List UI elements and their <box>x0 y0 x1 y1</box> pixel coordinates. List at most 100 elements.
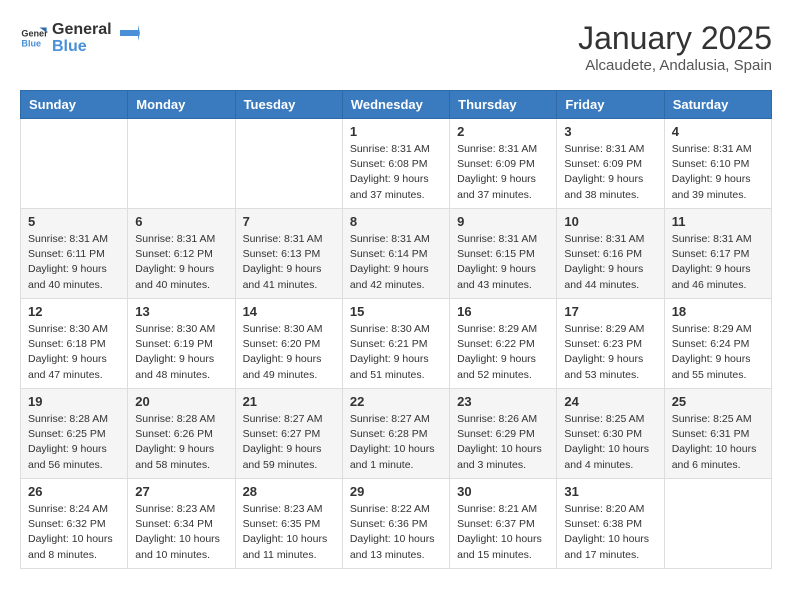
day-info: Sunrise: 8:23 AM Sunset: 6:35 PM Dayligh… <box>243 502 335 563</box>
calendar-cell: 22 Sunrise: 8:27 AM Sunset: 6:28 PM Dayli… <box>342 389 449 479</box>
day-info: Sunrise: 8:25 AM Sunset: 6:31 PM Dayligh… <box>672 412 764 473</box>
day-number: 25 <box>672 394 764 409</box>
day-info: Sunrise: 8:26 AM Sunset: 6:29 PM Dayligh… <box>457 412 549 473</box>
logo: General Blue General Blue <box>20 20 140 56</box>
day-info: Sunrise: 8:31 AM Sunset: 6:10 PM Dayligh… <box>672 142 764 203</box>
day-info: Sunrise: 8:30 AM Sunset: 6:19 PM Dayligh… <box>135 322 227 383</box>
day-number: 10 <box>564 214 656 229</box>
day-info: Sunrise: 8:24 AM Sunset: 6:32 PM Dayligh… <box>28 502 120 563</box>
calendar-cell: 10Sunrise: 8:31 AM Sunset: 6:16 PM Dayli… <box>557 209 664 299</box>
day-number: 21 <box>243 394 335 409</box>
calendar-cell: 4 Sunrise: 8:31 AM Sunset: 6:10 PM Daylig… <box>664 119 771 209</box>
day-number: 24 <box>564 394 656 409</box>
header-row: SundayMondayTuesdayWednesdayThursdayFrid… <box>21 91 772 119</box>
day-number: 1 <box>350 124 442 139</box>
day-info: Sunrise: 8:22 AM Sunset: 6:36 PM Dayligh… <box>350 502 442 563</box>
calendar-cell: 2 Sunrise: 8:31 AM Sunset: 6:09 PM Daylig… <box>450 119 557 209</box>
header-cell-wednesday: Wednesday <box>342 91 449 119</box>
calendar-cell: 18Sunrise: 8:29 AM Sunset: 6:24 PM Dayli… <box>664 299 771 389</box>
logo-icon: General Blue <box>20 24 48 52</box>
calendar-cell: 6 Sunrise: 8:31 AM Sunset: 6:12 PM Daylig… <box>128 209 235 299</box>
calendar-cell: 24 Sunrise: 8:25 AM Sunset: 6:30 PM Dayli… <box>557 389 664 479</box>
calendar-cell <box>664 479 771 569</box>
day-number: 8 <box>350 214 442 229</box>
day-info: Sunrise: 8:23 AM Sunset: 6:34 PM Dayligh… <box>135 502 227 563</box>
calendar-cell: 19 Sunrise: 8:28 AM Sunset: 6:25 PM Dayli… <box>21 389 128 479</box>
calendar-cell: 27Sunrise: 8:23 AM Sunset: 6:34 PM Dayli… <box>128 479 235 569</box>
day-number: 3 <box>564 124 656 139</box>
calendar-body: 1 Sunrise: 8:31 AM Sunset: 6:08 PM Daylig… <box>21 119 772 569</box>
day-number: 19 <box>28 394 120 409</box>
day-info: Sunrise: 8:31 AM Sunset: 6:11 PM Dayligh… <box>28 232 120 293</box>
header-cell-friday: Friday <box>557 91 664 119</box>
day-info: Sunrise: 8:31 AM Sunset: 6:09 PM Dayligh… <box>564 142 656 203</box>
header-cell-saturday: Saturday <box>664 91 771 119</box>
svg-text:Blue: Blue <box>21 39 41 49</box>
day-info: Sunrise: 8:27 AM Sunset: 6:27 PM Dayligh… <box>243 412 335 473</box>
header-cell-thursday: Thursday <box>450 91 557 119</box>
day-info: Sunrise: 8:31 AM Sunset: 6:08 PM Dayligh… <box>350 142 442 203</box>
day-number: 11 <box>672 214 764 229</box>
day-info: Sunrise: 8:29 AM Sunset: 6:22 PM Dayligh… <box>457 322 549 383</box>
day-number: 9 <box>457 214 549 229</box>
day-number: 22 <box>350 394 442 409</box>
day-number: 28 <box>243 484 335 499</box>
day-info: Sunrise: 8:31 AM Sunset: 6:13 PM Dayligh… <box>243 232 335 293</box>
day-number: 15 <box>350 304 442 319</box>
day-number: 26 <box>28 484 120 499</box>
day-number: 2 <box>457 124 549 139</box>
day-info: Sunrise: 8:25 AM Sunset: 6:30 PM Dayligh… <box>564 412 656 473</box>
day-info: Sunrise: 8:30 AM Sunset: 6:18 PM Dayligh… <box>28 322 120 383</box>
calendar-cell: 26 Sunrise: 8:24 AM Sunset: 6:32 PM Dayli… <box>21 479 128 569</box>
calendar-week-5: 26 Sunrise: 8:24 AM Sunset: 6:32 PM Dayli… <box>21 479 772 569</box>
day-number: 4 <box>672 124 764 139</box>
calendar-cell: 21 Sunrise: 8:27 AM Sunset: 6:27 PM Dayli… <box>235 389 342 479</box>
calendar-cell: 31 Sunrise: 8:20 AM Sunset: 6:38 PM Dayli… <box>557 479 664 569</box>
location-subtitle: Alcaudete, Andalusia, Spain <box>578 57 772 74</box>
day-number: 17 <box>564 304 656 319</box>
calendar-table: SundayMondayTuesdayWednesdayThursdayFrid… <box>20 90 772 569</box>
day-info: Sunrise: 8:21 AM Sunset: 6:37 PM Dayligh… <box>457 502 549 563</box>
calendar-header: SundayMondayTuesdayWednesdayThursdayFrid… <box>21 91 772 119</box>
day-info: Sunrise: 8:30 AM Sunset: 6:20 PM Dayligh… <box>243 322 335 383</box>
month-title: January 2025 <box>578 20 772 57</box>
calendar-week-3: 12 Sunrise: 8:30 AM Sunset: 6:18 PM Dayli… <box>21 299 772 389</box>
calendar-cell: 8 Sunrise: 8:31 AM Sunset: 6:14 PM Daylig… <box>342 209 449 299</box>
day-number: 7 <box>243 214 335 229</box>
day-number: 13 <box>135 304 227 319</box>
calendar-week-1: 1 Sunrise: 8:31 AM Sunset: 6:08 PM Daylig… <box>21 119 772 209</box>
calendar-cell: 9 Sunrise: 8:31 AM Sunset: 6:15 PM Daylig… <box>450 209 557 299</box>
day-info: Sunrise: 8:31 AM Sunset: 6:14 PM Dayligh… <box>350 232 442 293</box>
day-number: 29 <box>350 484 442 499</box>
calendar-week-2: 5 Sunrise: 8:31 AM Sunset: 6:11 PM Daylig… <box>21 209 772 299</box>
logo-arrow-icon <box>118 22 140 44</box>
day-info: Sunrise: 8:31 AM Sunset: 6:15 PM Dayligh… <box>457 232 549 293</box>
calendar-cell: 30Sunrise: 8:21 AM Sunset: 6:37 PM Dayli… <box>450 479 557 569</box>
calendar-cell: 11Sunrise: 8:31 AM Sunset: 6:17 PM Dayli… <box>664 209 771 299</box>
day-number: 6 <box>135 214 227 229</box>
day-number: 16 <box>457 304 549 319</box>
day-info: Sunrise: 8:31 AM Sunset: 6:09 PM Dayligh… <box>457 142 549 203</box>
day-number: 31 <box>564 484 656 499</box>
calendar-week-4: 19 Sunrise: 8:28 AM Sunset: 6:25 PM Dayli… <box>21 389 772 479</box>
day-info: Sunrise: 8:27 AM Sunset: 6:28 PM Dayligh… <box>350 412 442 473</box>
day-number: 14 <box>243 304 335 319</box>
day-info: Sunrise: 8:28 AM Sunset: 6:26 PM Dayligh… <box>135 412 227 473</box>
day-info: Sunrise: 8:20 AM Sunset: 6:38 PM Dayligh… <box>564 502 656 563</box>
header-cell-monday: Monday <box>128 91 235 119</box>
page-header: General Blue General Blue January 2025 A… <box>20 20 772 74</box>
calendar-cell: 25 Sunrise: 8:25 AM Sunset: 6:31 PM Dayli… <box>664 389 771 479</box>
calendar-cell: 3 Sunrise: 8:31 AM Sunset: 6:09 PM Daylig… <box>557 119 664 209</box>
day-number: 12 <box>28 304 120 319</box>
calendar-cell <box>128 119 235 209</box>
day-number: 5 <box>28 214 120 229</box>
day-info: Sunrise: 8:28 AM Sunset: 6:25 PM Dayligh… <box>28 412 120 473</box>
calendar-cell: 16 Sunrise: 8:29 AM Sunset: 6:22 PM Dayli… <box>450 299 557 389</box>
day-number: 20 <box>135 394 227 409</box>
calendar-cell: 29 Sunrise: 8:22 AM Sunset: 6:36 PM Dayli… <box>342 479 449 569</box>
calendar-cell: 14 Sunrise: 8:30 AM Sunset: 6:20 PM Dayli… <box>235 299 342 389</box>
calendar-cell: 7 Sunrise: 8:31 AM Sunset: 6:13 PM Daylig… <box>235 209 342 299</box>
day-info: Sunrise: 8:31 AM Sunset: 6:12 PM Dayligh… <box>135 232 227 293</box>
day-number: 23 <box>457 394 549 409</box>
calendar-cell: 23 Sunrise: 8:26 AM Sunset: 6:29 PM Dayli… <box>450 389 557 479</box>
